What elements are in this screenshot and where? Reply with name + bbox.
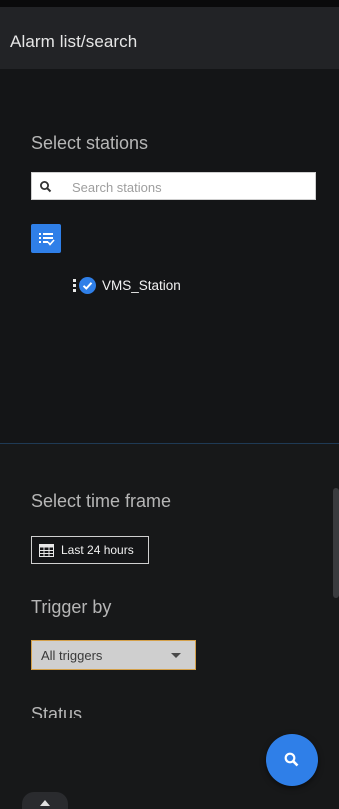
trigger-select[interactable]: All triggers xyxy=(31,640,196,670)
select-stations-heading: Select stations xyxy=(31,133,149,153)
search-fab-button[interactable] xyxy=(266,734,318,786)
app-window: Alarm list/search Select stations Search… xyxy=(0,0,339,809)
page-title: Alarm list/search xyxy=(10,32,138,51)
expand-panel-tab[interactable] xyxy=(22,792,68,809)
select-all-list-button[interactable] xyxy=(31,224,61,253)
status-section: Status xyxy=(0,700,339,718)
list-check-icon xyxy=(39,233,55,246)
arrow-up-icon xyxy=(40,800,50,806)
search-icon xyxy=(284,752,299,767)
search-icon xyxy=(40,181,52,193)
top-edge xyxy=(0,0,339,7)
station-item-vms-station[interactable]: VMS_Station xyxy=(72,274,181,296)
drag-handle-icon xyxy=(73,279,76,292)
time-frame-button[interactable]: Last 24 hours xyxy=(31,536,149,564)
select-time-frame-heading: Select time frame xyxy=(31,491,172,511)
search-stations-input[interactable] xyxy=(72,177,307,197)
trigger-selected-value: All triggers xyxy=(41,647,103,663)
trigger-by-heading: Trigger by xyxy=(31,597,112,617)
station-label: VMS_Station xyxy=(102,277,181,293)
station-search-box[interactable] xyxy=(31,172,316,200)
checked-circle-icon[interactable] xyxy=(79,276,96,294)
time-frame-label: Last 24 hours xyxy=(61,543,134,557)
caret-down-icon xyxy=(171,653,181,658)
scrollbar-thumb[interactable] xyxy=(333,488,339,598)
status-heading: Status xyxy=(31,704,83,718)
header-bar: Alarm list/search xyxy=(0,7,339,69)
calendar-grid-icon xyxy=(39,543,54,557)
